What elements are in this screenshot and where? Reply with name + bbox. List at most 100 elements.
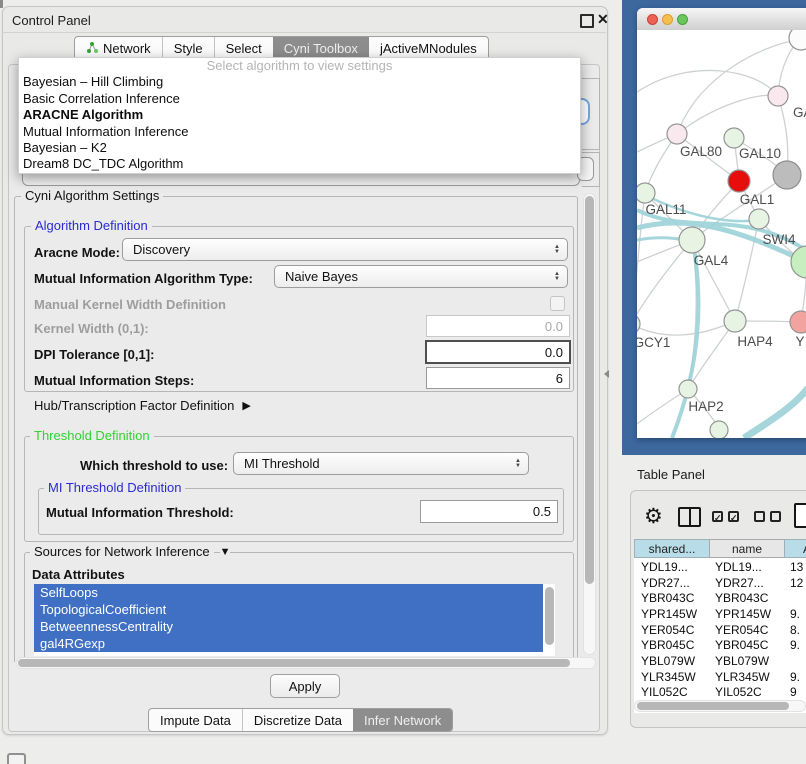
node-label: GAL bbox=[793, 105, 806, 120]
tab-infer-network[interactable]: Infer Network bbox=[353, 709, 452, 731]
popup-item-mutual-information[interactable]: Mutual Information Inference bbox=[19, 124, 580, 140]
manual-kernel-width-checkbox[interactable] bbox=[550, 296, 565, 311]
table-row[interactable]: YIL052CYIL052C9 bbox=[634, 685, 806, 700]
node-swi4[interactable] bbox=[749, 209, 769, 229]
node-label: GAL11 bbox=[645, 202, 686, 217]
settings-horizontal-scrollbar-thumb[interactable] bbox=[18, 659, 570, 667]
data-attributes-list: SelfLoops TopologicalCoefficient Between… bbox=[34, 584, 555, 656]
table-row[interactable]: YDL19...YDL19...13 bbox=[634, 559, 806, 575]
bottom-tabbar: Impute Data Discretize Data Infer Networ… bbox=[148, 708, 453, 732]
mi-steps-field[interactable]: 6 bbox=[426, 367, 570, 389]
list-item-gal4rgexp[interactable]: gal4RGexp bbox=[34, 635, 543, 652]
which-threshold-label: Which threshold to use: bbox=[80, 458, 228, 473]
stepper-arrows-icon: ▲▼ bbox=[554, 245, 560, 255]
stepper-arrows-icon: ▲▼ bbox=[515, 459, 521, 469]
hidden-combo-bottom-sliver bbox=[22, 172, 580, 186]
node-gal4[interactable] bbox=[679, 227, 705, 253]
network-window[interactable]: GAL GAL80 GAL10 GAL1 GAL11 SWI4 GAL4 GCY… bbox=[637, 8, 806, 438]
node-label: Y bbox=[795, 334, 804, 349]
bottom-left-partial-icon[interactable] bbox=[7, 753, 26, 764]
panel-splitter-arrow-icon[interactable] bbox=[604, 370, 609, 378]
kernel-width-field[interactable]: 0.0 bbox=[426, 315, 570, 337]
tab-style[interactable]: Style bbox=[162, 37, 214, 59]
node-hap2[interactable] bbox=[679, 380, 697, 398]
close-traffic-light[interactable] bbox=[647, 14, 658, 25]
control-panel-titlebar bbox=[2, 6, 606, 33]
minimize-traffic-light[interactable] bbox=[662, 14, 673, 25]
popup-item-bayesian-k2[interactable]: Bayesian – K2 bbox=[19, 140, 580, 156]
mi-steps-label: Mutual Information Steps: bbox=[34, 373, 194, 388]
table-row[interactable]: YDR27...YDR27...12 bbox=[634, 575, 806, 591]
dpi-tolerance-field[interactable]: 0.0 bbox=[425, 340, 571, 364]
expanded-arrow-icon: ▼ bbox=[220, 546, 231, 558]
select-all-checkboxes-icon[interactable]: ✓✓ bbox=[712, 511, 739, 522]
table-row[interactable]: YBL079WYBL079W bbox=[634, 653, 806, 669]
tab-cyni-toolbox[interactable]: Cyni Toolbox bbox=[273, 37, 369, 59]
control-panel-title: Control Panel bbox=[12, 13, 91, 28]
node-gal11[interactable] bbox=[637, 183, 655, 203]
manual-kernel-width-label: Manual Kernel Width Definition bbox=[34, 297, 226, 312]
node-bottom-partial[interactable] bbox=[710, 421, 728, 438]
tab-select[interactable]: Select bbox=[214, 37, 273, 59]
cyni-algorithm-settings-title: Cyni Algorithm Settings bbox=[21, 189, 163, 203]
list-item-topologicalcoefficient[interactable]: TopologicalCoefficient bbox=[34, 601, 543, 618]
sources-toggle[interactable]: Sources for Network Inference ▼ bbox=[30, 545, 230, 559]
node-gray[interactable] bbox=[773, 161, 801, 189]
gear-icon[interactable]: ⚙ bbox=[644, 504, 663, 529]
algorithm-definition-title: Algorithm Definition bbox=[31, 219, 152, 233]
node-label: GAL10 bbox=[739, 146, 781, 161]
node-hap4[interactable] bbox=[724, 310, 746, 332]
node-gal80[interactable] bbox=[667, 124, 687, 144]
node-bright-green-partial[interactable] bbox=[791, 246, 806, 278]
column-header-name[interactable]: name bbox=[709, 539, 785, 558]
popup-item-aracne[interactable]: ARACNE Algorithm bbox=[19, 107, 580, 123]
tab-network[interactable]: Network bbox=[75, 37, 162, 59]
table-row[interactable]: YBR043CYBR043C bbox=[634, 590, 806, 606]
column-header-partial[interactable]: A bbox=[784, 539, 806, 558]
list-item-betweennesscentrality[interactable]: BetweennessCentrality bbox=[34, 618, 543, 635]
node-label: SWI4 bbox=[762, 232, 795, 247]
popup-item-dream8[interactable]: Dream8 DC_TDC Algorithm bbox=[19, 156, 580, 172]
close-icon[interactable]: ✕ bbox=[597, 11, 609, 28]
table-horizontal-scrollbar-thumb[interactable] bbox=[637, 702, 789, 710]
mi-threshold-label: Mutual Information Threshold: bbox=[46, 505, 234, 520]
column-header-shared-name[interactable]: shared... bbox=[634, 539, 710, 558]
table-rows: YDL19...YDL19...13 YDR27...YDR27...12 YB… bbox=[634, 559, 806, 700]
document-partial-icon[interactable] bbox=[794, 503, 806, 528]
table-row[interactable]: YLR345WYLR345W9. bbox=[634, 669, 806, 685]
tab-jactivemnodules[interactable]: jActiveMNodules bbox=[369, 37, 488, 59]
node-label: HAP2 bbox=[688, 399, 723, 414]
node-top-partial[interactable] bbox=[789, 30, 806, 50]
node-gal10[interactable] bbox=[724, 128, 744, 148]
mi-threshold-field[interactable]: 0.5 bbox=[420, 500, 558, 523]
node-gal-pink[interactable] bbox=[768, 86, 788, 106]
tab-discretize-data[interactable]: Discretize Data bbox=[242, 709, 353, 731]
float-window-icon[interactable] bbox=[580, 14, 594, 28]
node-label: GAL4 bbox=[694, 253, 729, 268]
mi-algorithm-type-combobox[interactable]: Naive Bayes ▲▼ bbox=[274, 265, 568, 288]
table-row[interactable]: YER054CYER054C8. bbox=[634, 622, 806, 638]
node-gal1-red[interactable] bbox=[728, 170, 750, 192]
deselect-all-checkboxes-icon[interactable] bbox=[754, 511, 781, 522]
aracne-mode-combobox[interactable]: Discovery ▲▼ bbox=[122, 238, 568, 261]
attributes-list-scrollbar-thumb[interactable] bbox=[545, 587, 554, 645]
table-row[interactable]: YPR145WYPR145W9. bbox=[634, 606, 806, 622]
sources-title: Sources for Network Inference bbox=[30, 545, 214, 559]
network-icon bbox=[86, 42, 98, 54]
list-item-selfloops[interactable]: SelfLoops bbox=[34, 584, 543, 601]
popup-item-basic-correlation[interactable]: Basic Correlation Inference bbox=[19, 91, 580, 107]
stepper-arrows-icon: ▲▼ bbox=[554, 272, 560, 282]
apply-button[interactable]: Apply bbox=[270, 674, 340, 698]
node-gcy1[interactable] bbox=[637, 314, 640, 334]
which-threshold-combobox[interactable]: MI Threshold ▲▼ bbox=[233, 452, 529, 475]
column-layout-icon[interactable] bbox=[678, 507, 701, 527]
zoom-traffic-light[interactable] bbox=[677, 14, 688, 25]
node-salmon[interactable] bbox=[790, 311, 806, 333]
table-row[interactable]: YBR045CYBR045C9. bbox=[634, 638, 806, 654]
settings-vertical-scrollbar-thumb[interactable] bbox=[585, 196, 594, 584]
popup-item-bayesian-hill-climbing[interactable]: Bayesian – Hill Climbing bbox=[19, 74, 580, 90]
screen: Control Panel ✕ Network Style Select Cyn… bbox=[0, 0, 806, 762]
network-canvas[interactable]: GAL GAL80 GAL10 GAL1 GAL11 SWI4 GAL4 GCY… bbox=[637, 30, 806, 438]
hub-factor-definition-toggle[interactable]: Hub/Transcription Factor Definition ▶ bbox=[34, 398, 251, 413]
tab-impute-data[interactable]: Impute Data bbox=[149, 709, 242, 731]
